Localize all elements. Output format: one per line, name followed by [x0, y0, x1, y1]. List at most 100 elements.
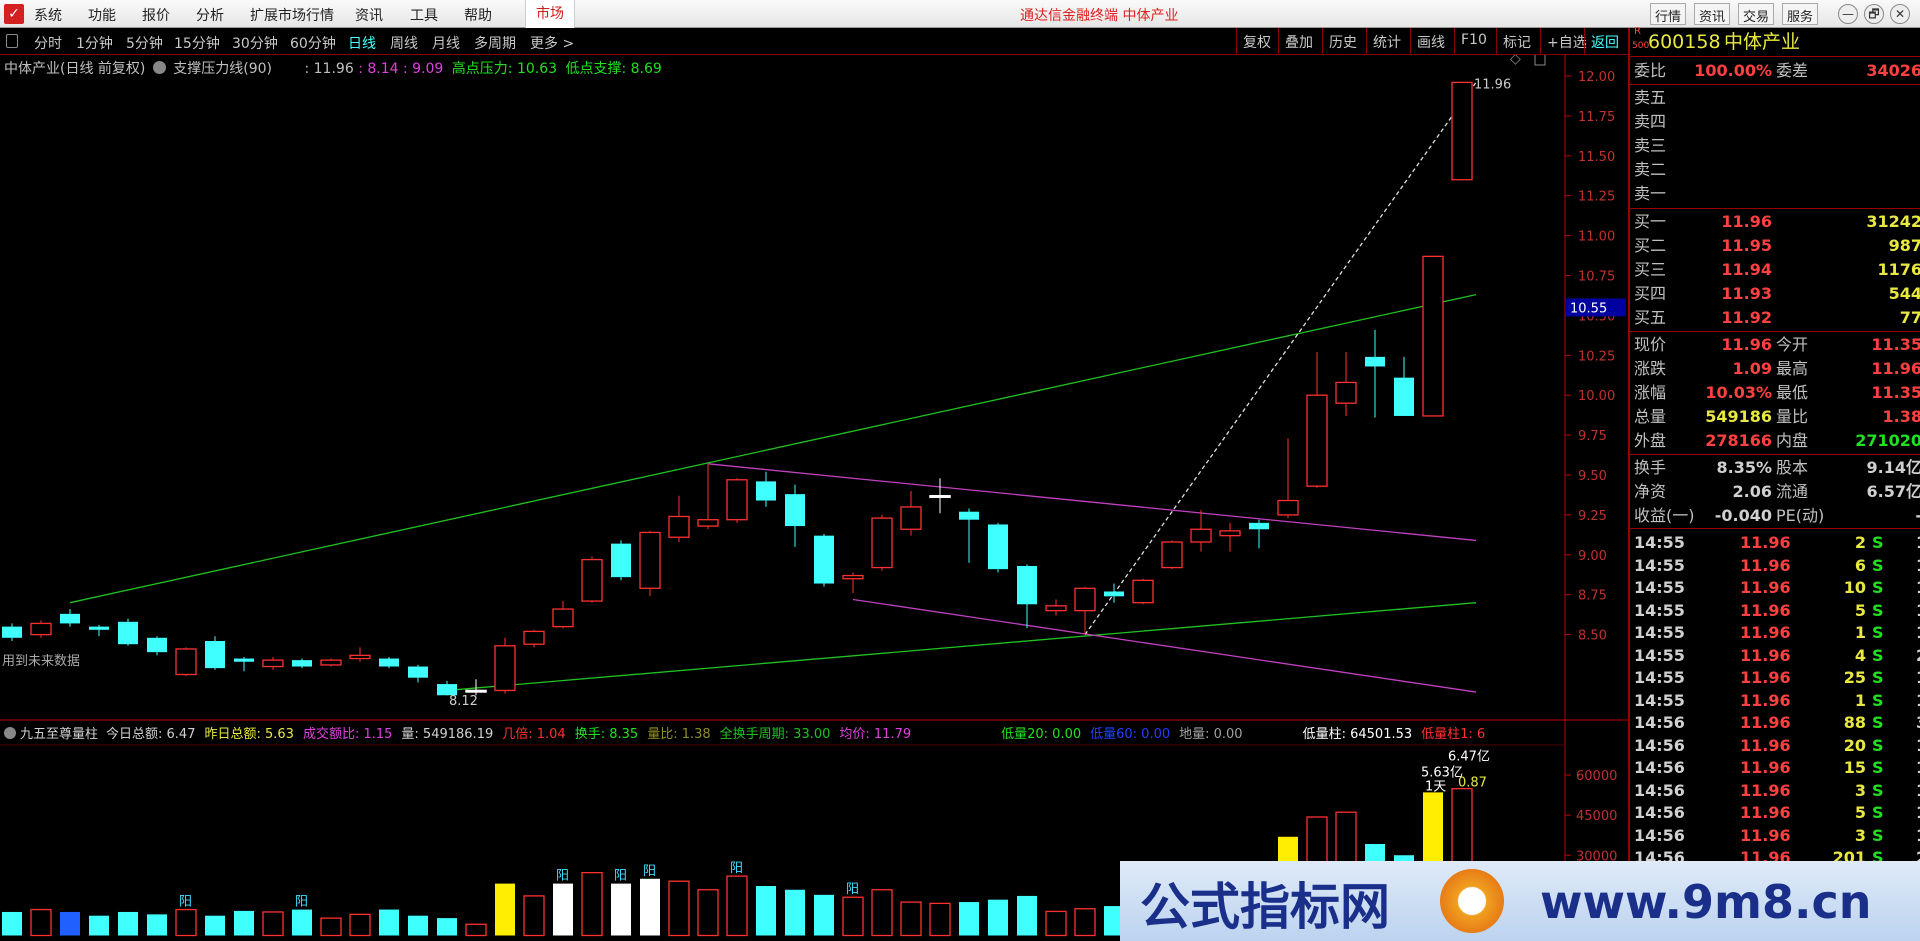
volume-bar[interactable]: [726, 875, 748, 937]
volume-bar[interactable]: [581, 871, 603, 937]
volume-bar[interactable]: [553, 883, 573, 936]
tool-button[interactable]: F10: [1454, 28, 1493, 54]
tool-button[interactable]: 统计: [1366, 28, 1407, 54]
candle[interactable]: [611, 543, 631, 578]
volume-bar[interactable]: [1074, 908, 1096, 937]
diamond-icon[interactable]: ◇: [1510, 55, 1521, 67]
candle[interactable]: [871, 517, 893, 569]
candle[interactable]: [379, 658, 399, 667]
menu-item[interactable]: 资讯: [355, 5, 383, 25]
volume-bar[interactable]: [320, 917, 342, 937]
support-resistance-line[interactable]: [852, 598, 1477, 693]
minimize-icon[interactable]: —: [1838, 4, 1858, 24]
volume-bar[interactable]: [205, 915, 225, 936]
volume-bar[interactable]: [668, 880, 690, 937]
candle[interactable]: [1132, 579, 1154, 604]
volume-bar[interactable]: [814, 894, 834, 936]
candle[interactable]: [1277, 499, 1299, 516]
volume-bar[interactable]: [234, 910, 254, 936]
candle[interactable]: [814, 535, 834, 584]
volume-bar[interactable]: [495, 883, 515, 936]
volume-bar[interactable]: [611, 883, 631, 936]
period-tab[interactable]: 周线: [390, 33, 418, 53]
volume-bar[interactable]: [175, 908, 197, 937]
top-button[interactable]: 交易: [1738, 3, 1775, 25]
candle[interactable]: [1306, 394, 1328, 487]
volume-bar[interactable]: [900, 901, 922, 937]
volume-bar[interactable]: [465, 923, 487, 937]
volume-bar[interactable]: [60, 911, 80, 936]
candle[interactable]: [1365, 356, 1385, 367]
menu-item[interactable]: 工具: [410, 5, 438, 25]
candle[interactable]: [756, 481, 776, 501]
candle[interactable]: [581, 558, 603, 602]
volume-bar[interactable]: [349, 913, 371, 937]
candle[interactable]: [1045, 605, 1067, 612]
period-tab[interactable]: 日线: [348, 33, 376, 53]
tool-button[interactable]: 返回: [1584, 28, 1625, 54]
period-tab[interactable]: 月线: [432, 33, 460, 53]
close-icon[interactable]: ✕: [1890, 4, 1910, 24]
candle[interactable]: [523, 630, 545, 645]
candle[interactable]: [234, 658, 254, 662]
candle[interactable]: [147, 637, 167, 653]
candle[interactable]: [1249, 522, 1269, 530]
volume-bar[interactable]: [640, 878, 660, 936]
candle[interactable]: [60, 613, 80, 624]
volume-bar[interactable]: [785, 889, 805, 936]
candle[interactable]: [1017, 565, 1037, 605]
candle[interactable]: [668, 515, 690, 538]
candle[interactable]: [320, 659, 342, 666]
menu-item[interactable]: 扩展市场行情: [250, 5, 334, 25]
period-tab[interactable]: 60分钟: [290, 33, 336, 53]
support-resistance-line[interactable]: [69, 294, 1477, 604]
candle[interactable]: [639, 531, 661, 589]
menu-item[interactable]: 分析: [196, 5, 224, 25]
volume-bar[interactable]: [147, 914, 167, 936]
candle[interactable]: [697, 519, 719, 527]
support-resistance-line[interactable]: [707, 463, 1477, 542]
candle[interactable]: [1394, 377, 1414, 416]
volume-bar[interactable]: [262, 911, 284, 937]
kline-chart[interactable]: 12.0011.7511.5011.2511.0010.7510.5010.25…: [0, 55, 1628, 941]
candle[interactable]: [1422, 255, 1444, 417]
volume-bar[interactable]: [437, 918, 457, 936]
period-tab[interactable]: 30分钟: [232, 33, 278, 53]
candle[interactable]: [929, 494, 951, 498]
candle[interactable]: [785, 494, 805, 527]
period-tab[interactable]: 多周期: [474, 33, 516, 53]
candle[interactable]: [1335, 381, 1357, 404]
candle[interactable]: [494, 645, 516, 692]
candle[interactable]: [726, 479, 748, 521]
volume-bar[interactable]: [842, 896, 864, 937]
volume-bar[interactable]: [118, 911, 138, 936]
volume-bar[interactable]: [697, 889, 719, 937]
tool-button[interactable]: 叠加: [1278, 28, 1319, 54]
volume-bar[interactable]: [988, 899, 1008, 936]
menu-item[interactable]: 报价: [142, 5, 170, 25]
volume-bar[interactable]: [871, 889, 893, 937]
candle[interactable]: [988, 524, 1008, 570]
candle[interactable]: [959, 511, 979, 520]
period-tab[interactable]: 1分钟: [76, 33, 113, 53]
period-tab[interactable]: 更多 >: [530, 33, 574, 53]
volume-bar[interactable]: [959, 902, 979, 936]
market-tab[interactable]: 市场: [525, 0, 575, 28]
volume-bar[interactable]: [2, 911, 22, 936]
top-button[interactable]: 行情: [1650, 3, 1687, 25]
candle[interactable]: [89, 626, 109, 630]
top-button[interactable]: 资讯: [1694, 3, 1731, 25]
candle[interactable]: [1451, 81, 1473, 181]
candle[interactable]: [205, 640, 225, 669]
tool-button[interactable]: 画线: [1410, 28, 1451, 54]
volume-bar[interactable]: [30, 908, 52, 937]
candle[interactable]: [552, 608, 574, 628]
volume-bar[interactable]: [89, 915, 109, 936]
candle[interactable]: [1074, 587, 1096, 612]
restore-icon[interactable]: 🗗: [1864, 4, 1884, 24]
candle[interactable]: [465, 689, 487, 693]
indicator-dropdown-icon[interactable]: [4, 727, 16, 739]
volume-bar[interactable]: [1017, 895, 1037, 936]
tool-button[interactable]: 复权: [1236, 28, 1277, 54]
volume-bar[interactable]: [1045, 910, 1067, 937]
